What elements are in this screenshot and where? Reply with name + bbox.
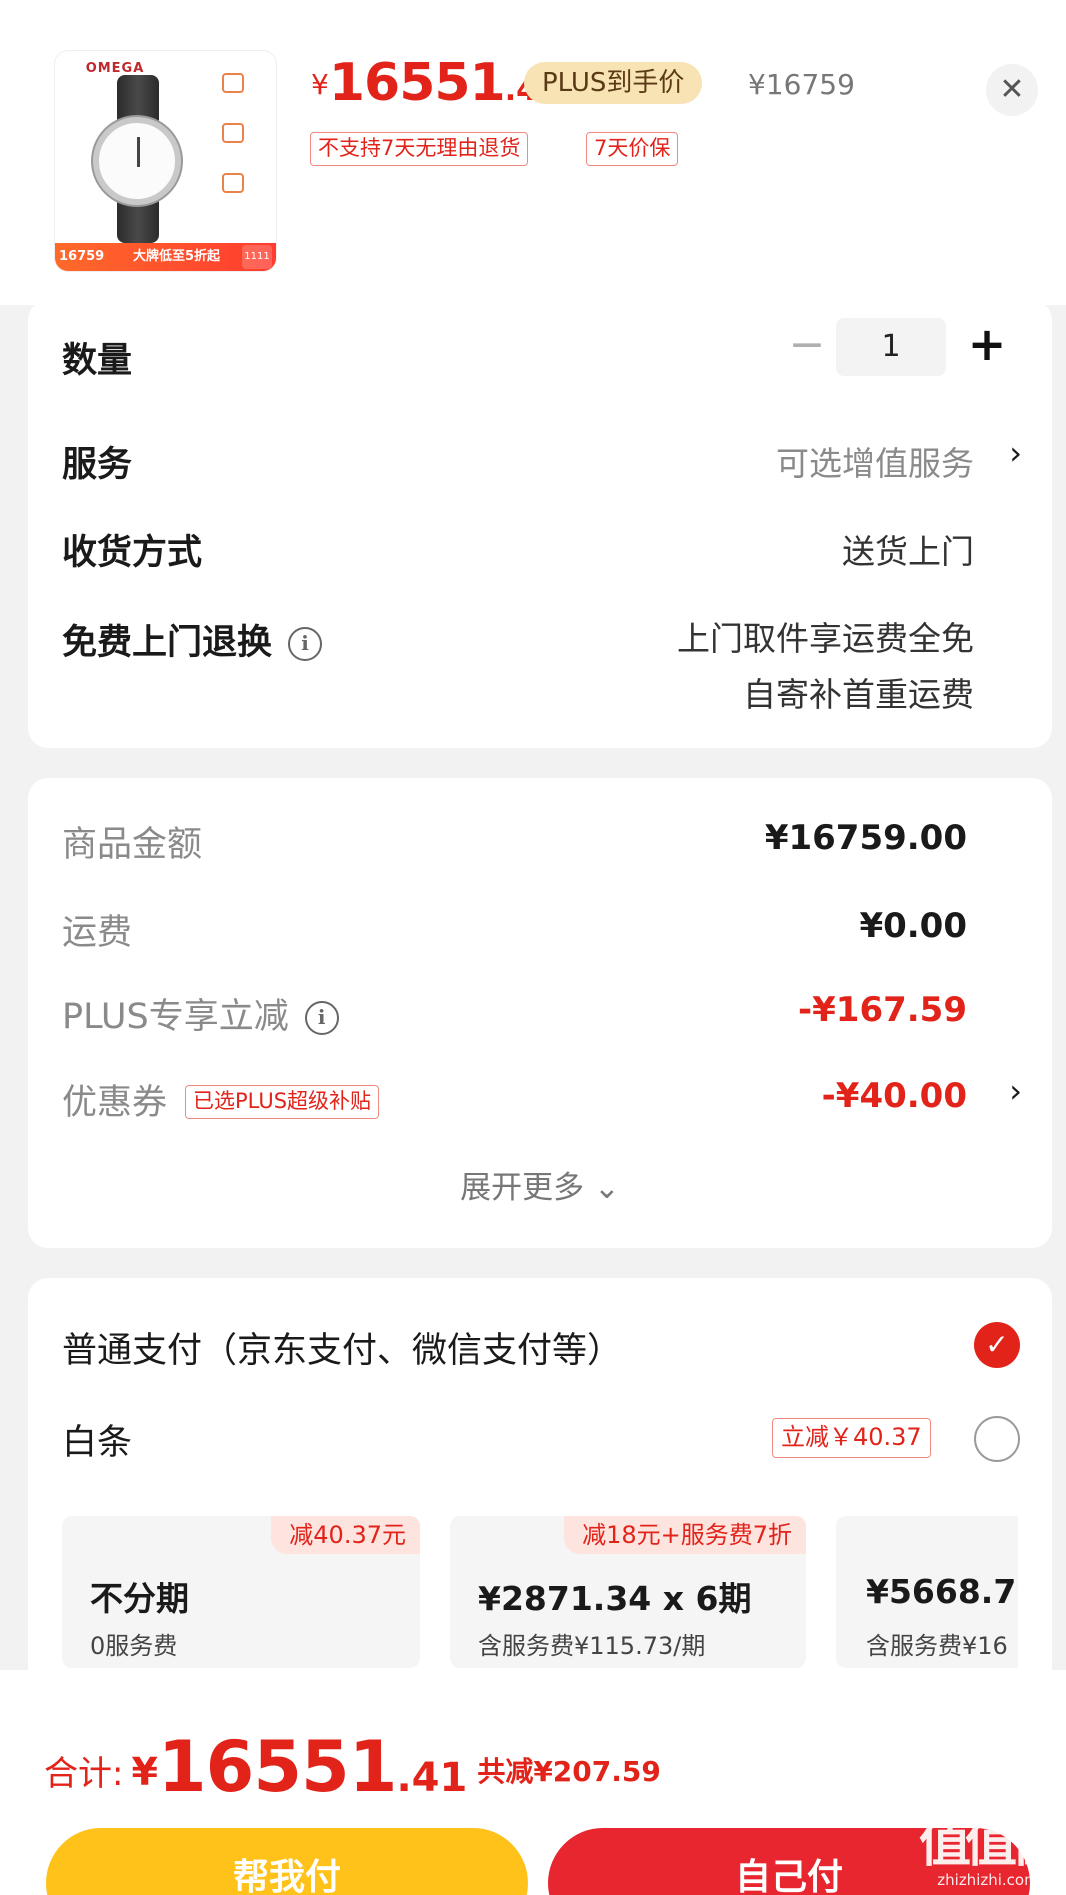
chevron-right-icon: › <box>1009 434 1022 472</box>
coupon-label: 优惠券 已选PLUS超级补贴 <box>62 1074 380 1125</box>
quantity-input[interactable]: 1 <box>836 318 946 376</box>
watermark-url: zhizhizhi.com <box>937 1871 1039 1889</box>
gift-icon <box>203 73 263 111</box>
no-return-tag: 不支持7天无理由退货 <box>310 132 529 166</box>
coupon-value: -¥40.00 <box>821 1076 967 1116</box>
plan-subtitle: 含服务费¥16 <box>866 1632 1008 1660</box>
plus-price-tag: PLUS到手价 <box>524 62 703 104</box>
original-price: ¥16759 <box>748 68 855 101</box>
plan-promo: 减18元+服务费7折 <box>564 1516 806 1554</box>
price-symbol: ¥ <box>311 68 329 101</box>
shipping-value: ¥0.00 <box>859 906 967 946</box>
service-value: 可选增值服务 <box>776 444 974 483</box>
price-protect-tag: 7天价保 <box>586 132 679 166</box>
quantity-label: 数量 <box>62 341 133 381</box>
plan-promo: 减40.37元 <box>271 1516 420 1554</box>
strip-text: 大牌低至5折起 <box>133 249 221 264</box>
goods-amount-label: 商品金额 <box>62 825 203 865</box>
plan-title: ¥2871.34 x 6期 <box>478 1579 752 1618</box>
plus-discount-label: PLUS专享立减 i <box>62 988 339 1039</box>
shipping-label: 运费 <box>62 913 133 953</box>
info-icon[interactable]: i <box>304 1001 339 1035</box>
close-icon: ✕ <box>999 72 1025 107</box>
brand-logo: OMEGA <box>85 61 145 76</box>
total-amount: 合计: ¥16551.41 共减¥207.59 <box>44 1726 661 1808</box>
chevron-right-icon: › <box>1009 1072 1022 1110</box>
total-integer: 16551 <box>157 1726 398 1808</box>
plan-subtitle: 含服务费¥115.73/期 <box>478 1632 706 1660</box>
installment-plan-none[interactable]: 减40.37元 不分期 0服务费 <box>62 1516 420 1668</box>
return-value-line1: 上门取件享运费全免 <box>677 619 974 658</box>
order-options-card: 数量 − 1 + 服务 可选增值服务 › 收货方式 送货上门 免费上门退换 i 上… <box>28 300 1052 748</box>
installment-plan-6[interactable]: 减18元+服务费7折 ¥2871.34 x 6期 含服务费¥115.73/期 <box>450 1516 806 1668</box>
product-header: OMEGA 16759 大牌低至5折起 1111 ¥16551.41 PLUS到… <box>0 0 1066 305</box>
site-watermark: 值值值 zhizhizhi.com <box>918 1814 1063 1889</box>
phone-icon <box>203 123 263 161</box>
plan-subtitle: 0服务费 <box>90 1632 178 1660</box>
plan-title: 不分期 <box>90 1579 189 1618</box>
checkmark-icon: ✓ <box>974 1322 1020 1368</box>
total-symbol: ¥ <box>131 1750 158 1794</box>
close-button[interactable]: ✕ <box>986 64 1038 116</box>
product-thumbnail[interactable]: OMEGA 16759 大牌低至5折起 1111 <box>54 50 277 272</box>
calendar-icon <box>203 173 263 211</box>
strip-badge: 1111 <box>242 245 272 269</box>
coupon-text: 优惠券 <box>62 1083 168 1123</box>
promo-strip: 16759 大牌低至5折起 1111 <box>55 243 276 271</box>
free-return-text: 免费上门退换 <box>62 623 273 663</box>
service-label: 服务 <box>62 445 133 485</box>
info-icon[interactable]: i <box>288 627 323 661</box>
plus-price: ¥16551.41 <box>311 53 558 113</box>
coupon-selected-badge: 已选PLUS超级补贴 <box>185 1085 380 1119</box>
total-saved: 共减¥207.59 <box>477 1755 661 1788</box>
plan-title: ¥5668.79 <box>866 1572 1018 1611</box>
expand-more-button[interactable]: 展开更多 ⌄ <box>28 1162 1052 1207</box>
delivery-label: 收货方式 <box>62 533 203 573</box>
price-summary-card: 商品金额 ¥16759.00 运费 ¥0.00 PLUS专享立减 i -¥167.… <box>28 778 1052 1248</box>
return-value-line2: 自寄补首重运费 <box>743 675 974 714</box>
goods-amount-value: ¥16759.00 <box>764 818 967 858</box>
installment-plan-3[interactable]: ¥5668.79 含服务费¥16 <box>836 1516 1018 1668</box>
baitiao-label: 白条 <box>62 1423 133 1463</box>
total-label: 合计: <box>44 1754 124 1794</box>
plus-discount-text: PLUS专享立减 <box>62 997 289 1037</box>
normal-payment-label: 普通支付（京东支付、微信支付等） <box>62 1331 623 1371</box>
delivery-value: 送货上门 <box>842 532 974 571</box>
baitiao-discount-badge: 立减￥40.37 <box>772 1418 931 1458</box>
watch-face-graphic <box>93 117 181 205</box>
plus-discount-value: -¥167.59 <box>798 990 967 1030</box>
strip-price: 16759 <box>59 249 105 264</box>
help-me-pay-button[interactable]: 帮我付 <box>46 1828 528 1895</box>
quantity-increase-button[interactable]: + <box>962 318 1012 372</box>
price-integer: 16551 <box>328 53 506 113</box>
total-decimal: .41 <box>396 1755 468 1801</box>
watermark-logo: 值值值 <box>918 1814 1063 1874</box>
checkout-bar: 合计: ¥16551.41 共减¥207.59 帮我付 自己付 <box>0 1670 1066 1895</box>
free-return-label: 免费上门退换 i <box>62 614 323 665</box>
quantity-decrease-button[interactable]: − <box>782 322 832 372</box>
baitiao-radio[interactable] <box>974 1416 1020 1462</box>
